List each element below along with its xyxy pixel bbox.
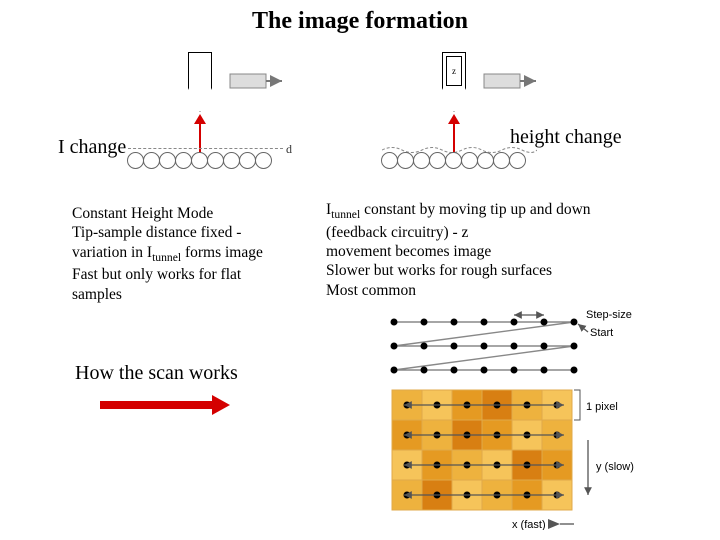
- motion-arrow-icon: [482, 68, 542, 98]
- red-scan-arrow-icon: [100, 398, 230, 412]
- start-label: Start: [590, 327, 613, 339]
- label-i-change: I change: [58, 136, 126, 159]
- surface-line: [128, 148, 283, 149]
- stm-tip-icon: [188, 52, 212, 112]
- constant-height-diagram: d: [128, 44, 298, 174]
- atom-row: [382, 152, 526, 169]
- how-scan-heading: How the scan works: [75, 362, 238, 385]
- pixel-grid: 1 pixel y (slow) x (fast): [392, 390, 634, 530]
- distance-d-label: d: [286, 142, 292, 157]
- constant-current-diagram: z: [382, 44, 552, 174]
- slide-title: The image formation: [0, 8, 720, 35]
- constant-current-text: Itunnel constant by moving tip up and do…: [326, 200, 666, 300]
- x-fast-label: x (fast): [512, 519, 546, 530]
- scan-path-top: Step-size Start: [391, 310, 632, 374]
- one-pixel-label: 1 pixel: [586, 401, 618, 413]
- constant-height-text: Constant Height Mode Tip-sample distance…: [72, 204, 322, 304]
- raster-scan-figure: Step-size Start: [374, 310, 694, 520]
- atom-row: [128, 152, 272, 169]
- y-slow-label: y (slow): [596, 461, 634, 473]
- z-box-icon: z: [446, 56, 462, 86]
- motion-arrow-icon: [228, 68, 288, 98]
- step-size-label: Step-size: [586, 310, 632, 321]
